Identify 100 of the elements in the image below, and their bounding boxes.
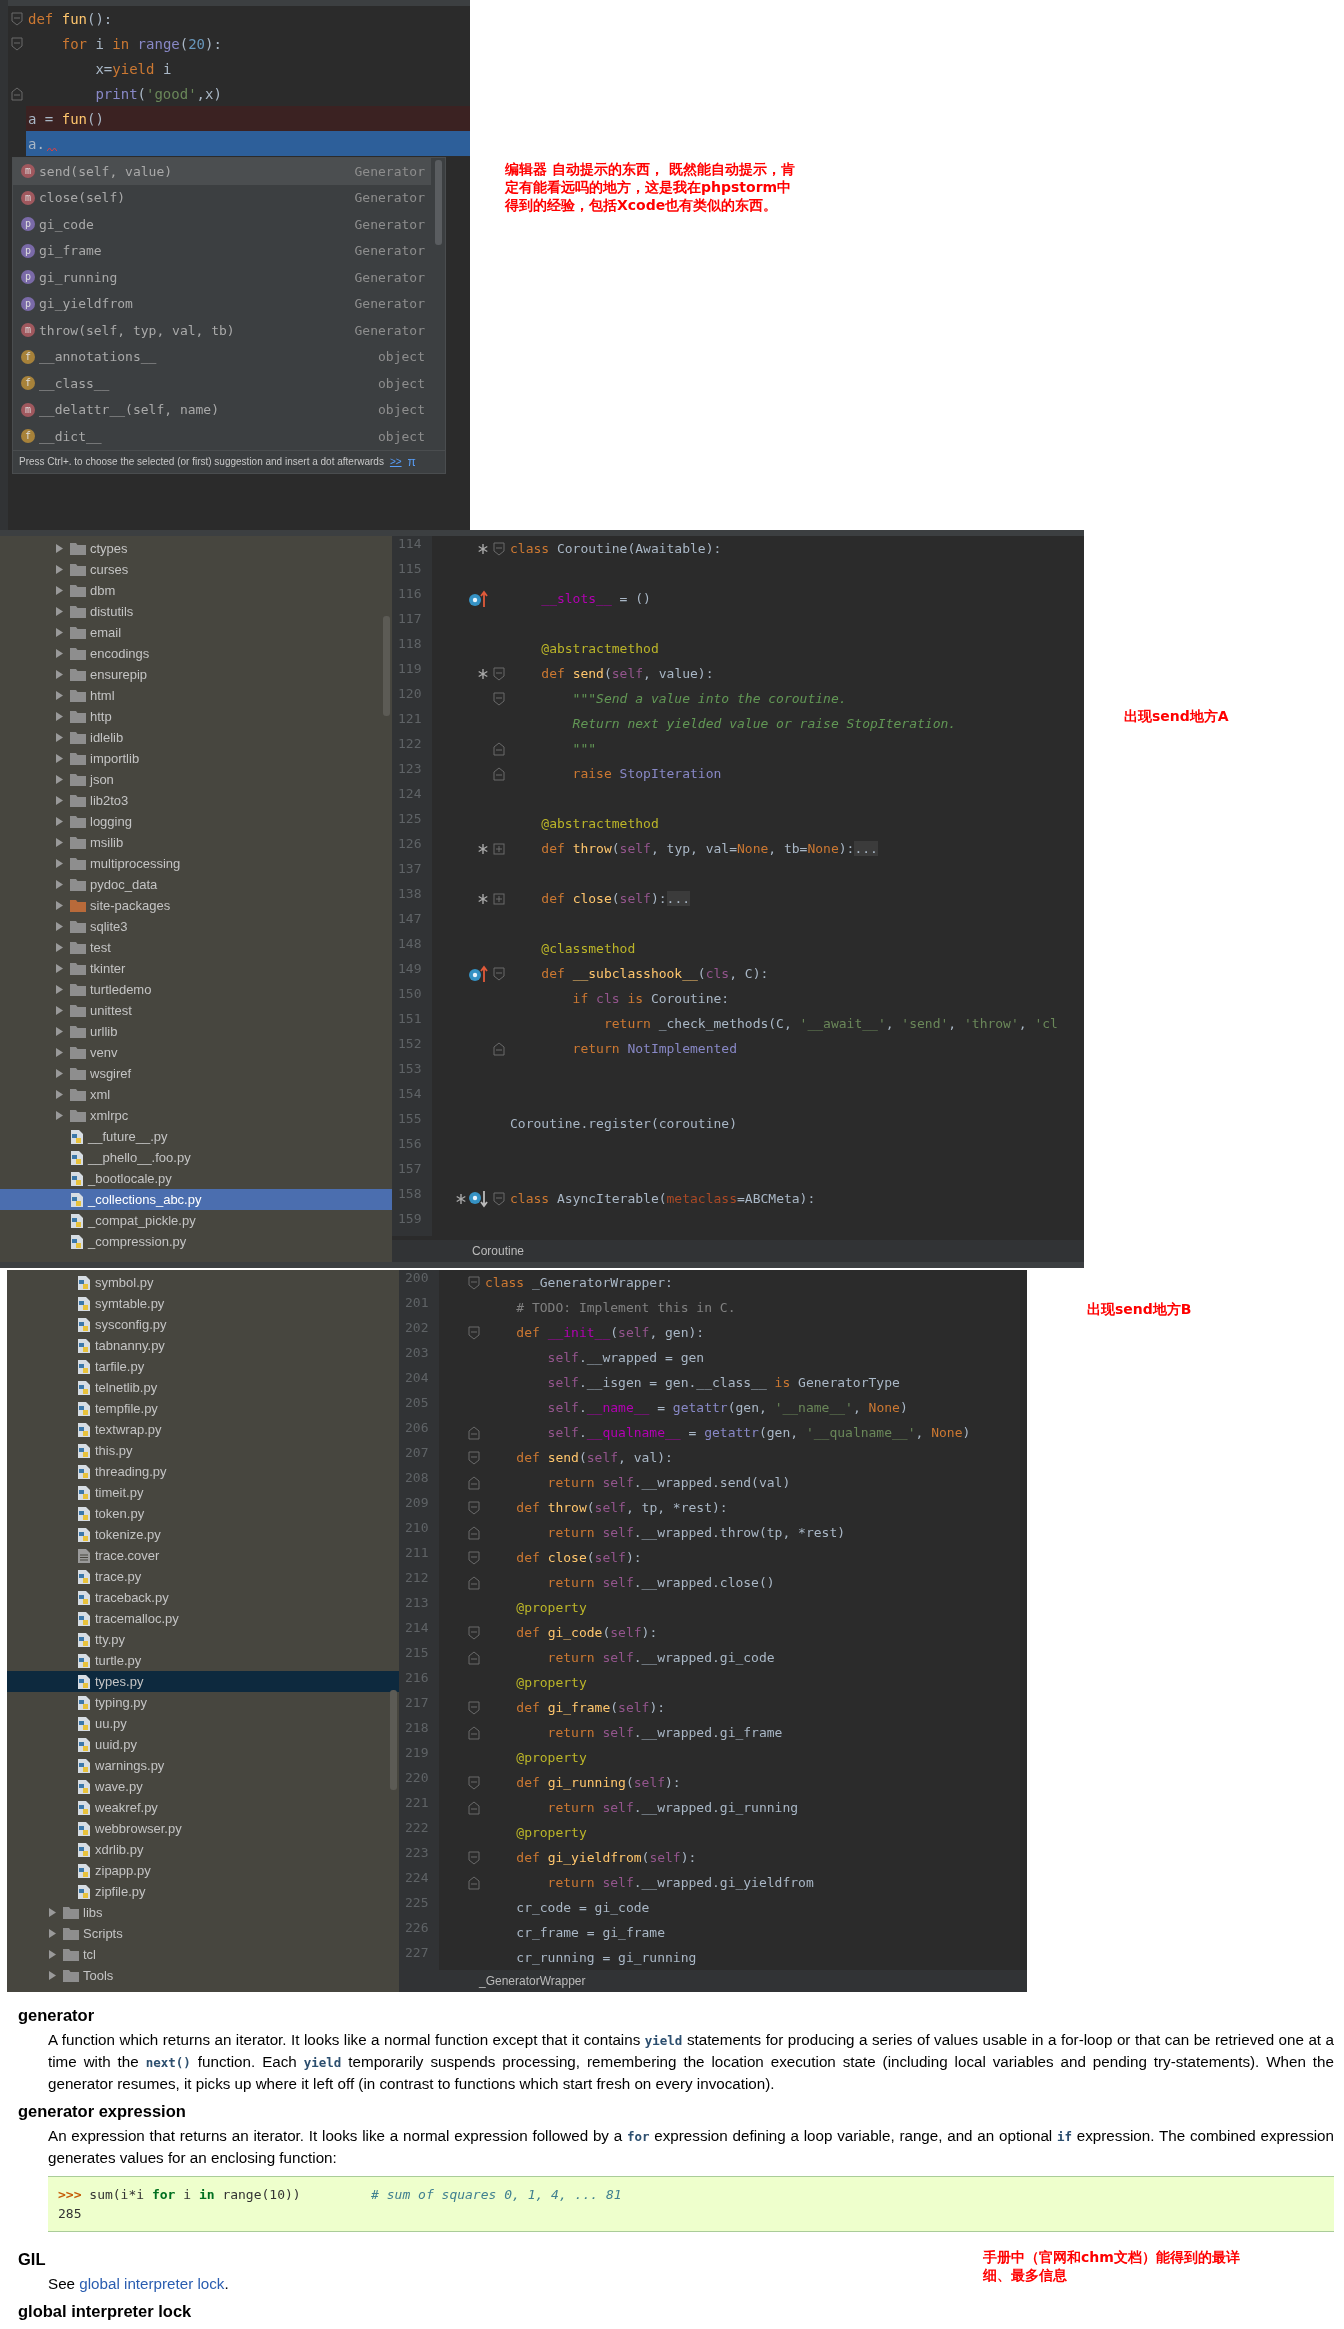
tree-item[interactable]: unittest xyxy=(0,1000,392,1021)
suggestion-item[interactable]: m send(self, value) Generator xyxy=(13,158,431,185)
tree-item[interactable]: xmlrpc xyxy=(0,1105,392,1126)
glossary-link[interactable]: global interpreter lock xyxy=(79,2275,225,2292)
expand-arrow-icon[interactable] xyxy=(54,943,64,952)
breadcrumb[interactable]: _GeneratorWrapper xyxy=(479,1974,586,1988)
expand-arrow-icon[interactable] xyxy=(54,670,64,679)
expand-arrow-icon[interactable] xyxy=(54,565,64,574)
tree-item[interactable]: tarfile.py xyxy=(7,1356,399,1377)
fold-icon[interactable] xyxy=(493,541,505,556)
tree-item[interactable]: zipapp.py xyxy=(7,1860,399,1881)
expand-arrow-icon[interactable] xyxy=(54,901,64,910)
tree-item[interactable]: libs xyxy=(7,1902,399,1923)
tree-item[interactable]: zipfile.py xyxy=(7,1881,399,1902)
fold-icon[interactable] xyxy=(468,1525,480,1540)
tree-item[interactable]: webbrowser.py xyxy=(7,1818,399,1839)
tree-item[interactable]: site-packages xyxy=(0,895,392,916)
suggestion-item[interactable]: p gi_code Generator xyxy=(13,211,431,238)
tree-item[interactable]: tcl xyxy=(7,1944,399,1965)
expand-arrow-icon[interactable] xyxy=(54,1006,64,1015)
tree-item[interactable]: tty.py xyxy=(7,1629,399,1650)
fold-icon[interactable] xyxy=(493,766,505,781)
expand-fold-icon[interactable] xyxy=(493,892,505,905)
tree-item[interactable]: threading.py xyxy=(7,1461,399,1482)
tree-item[interactable]: trace.py xyxy=(7,1566,399,1587)
tree-item[interactable]: tracemalloc.py xyxy=(7,1608,399,1629)
tree-item[interactable]: tkinter xyxy=(0,958,392,979)
expand-arrow-icon[interactable] xyxy=(54,796,64,805)
tree-item[interactable]: multiprocessing xyxy=(0,853,392,874)
tree-item[interactable]: wave.py xyxy=(7,1776,399,1797)
fold-icon[interactable] xyxy=(468,1575,480,1590)
expand-arrow-icon[interactable] xyxy=(54,964,64,973)
fold-icon[interactable] xyxy=(468,1775,480,1790)
expand-arrow-icon[interactable] xyxy=(54,649,64,658)
tree-item[interactable]: test xyxy=(0,937,392,958)
override-down-icon[interactable] xyxy=(468,1189,488,1208)
expand-arrow-icon[interactable] xyxy=(54,1090,64,1099)
tree-item[interactable]: xml xyxy=(0,1084,392,1105)
tree-item[interactable]: __phello__.foo.py xyxy=(0,1147,392,1168)
suggestion-item[interactable]: p gi_frame Generator xyxy=(13,237,431,264)
expand-arrow-icon[interactable] xyxy=(54,880,64,889)
asterisk-icon[interactable] xyxy=(478,893,488,904)
tree-item[interactable]: msilib xyxy=(0,832,392,853)
expand-arrow-icon[interactable] xyxy=(54,817,64,826)
suggestion-item[interactable]: f __dict__ object xyxy=(13,423,431,450)
expand-arrow-icon[interactable] xyxy=(54,838,64,847)
suggestion-item[interactable]: m close(self) Generator xyxy=(13,184,431,211)
fold-icon[interactable] xyxy=(468,1875,480,1890)
tree-item[interactable]: turtledemo xyxy=(0,979,392,1000)
expand-arrow-icon[interactable] xyxy=(47,1908,57,1917)
expand-arrow-icon[interactable] xyxy=(54,859,64,868)
fold-icon[interactable] xyxy=(493,1191,505,1206)
fold-icon[interactable] xyxy=(468,1550,480,1565)
tree-item[interactable]: Tools xyxy=(7,1965,399,1986)
fold-icon[interactable] xyxy=(468,1275,480,1290)
fold-icon[interactable] xyxy=(468,1325,480,1340)
tree-item[interactable]: json xyxy=(0,769,392,790)
fold-icon[interactable] xyxy=(468,1450,480,1465)
tree-item[interactable]: venv xyxy=(0,1042,392,1063)
scrollbar[interactable] xyxy=(390,1690,397,1790)
tree-item[interactable]: uu.py xyxy=(7,1713,399,1734)
expand-arrow-icon[interactable] xyxy=(47,1929,57,1938)
tree-item[interactable]: pydoc_data xyxy=(0,874,392,895)
tree-item[interactable]: warnings.py xyxy=(7,1755,399,1776)
suggestion-item[interactable]: p gi_yieldfrom Generator xyxy=(13,290,431,317)
tree-item[interactable]: dbm xyxy=(0,580,392,601)
tree-item[interactable]: encodings xyxy=(0,643,392,664)
asterisk-icon[interactable] xyxy=(478,843,488,854)
expand-arrow-icon[interactable] xyxy=(54,1069,64,1078)
tree-item[interactable]: http xyxy=(0,706,392,727)
tree-item[interactable]: Scripts xyxy=(7,1923,399,1944)
tree-item[interactable]: symbol.py xyxy=(7,1272,399,1293)
tree-item[interactable]: turtle.py xyxy=(7,1650,399,1671)
tree-item[interactable]: ensurepip xyxy=(0,664,392,685)
expand-arrow-icon[interactable] xyxy=(54,754,64,763)
pi-symbol[interactable]: π xyxy=(407,454,416,469)
tree-item[interactable]: _collections_abc.py xyxy=(0,1189,392,1210)
tree-item[interactable]: tabnanny.py xyxy=(7,1335,399,1356)
tree-item[interactable]: _bootlocale.py xyxy=(0,1168,392,1189)
expand-arrow-icon[interactable] xyxy=(54,1027,64,1036)
fold-icon[interactable] xyxy=(11,36,23,51)
tree-item[interactable]: telnetlib.py xyxy=(7,1377,399,1398)
tree-item[interactable]: symtable.py xyxy=(7,1293,399,1314)
fold-icon[interactable] xyxy=(468,1850,480,1865)
tree-item[interactable]: this.py xyxy=(7,1440,399,1461)
fold-icon[interactable] xyxy=(493,691,505,706)
tree-item[interactable]: textwrap.py xyxy=(7,1419,399,1440)
fold-icon[interactable] xyxy=(468,1650,480,1665)
tree-item[interactable]: ctypes xyxy=(0,538,392,559)
tree-item[interactable]: idlelib xyxy=(0,727,392,748)
expand-arrow-icon[interactable] xyxy=(54,712,64,721)
expand-arrow-icon[interactable] xyxy=(54,775,64,784)
fold-icon[interactable] xyxy=(493,966,505,981)
fold-icon[interactable] xyxy=(468,1725,480,1740)
expand-arrow-icon[interactable] xyxy=(54,544,64,553)
asterisk-icon[interactable] xyxy=(478,668,488,679)
expand-arrow-icon[interactable] xyxy=(54,1111,64,1120)
suggestion-item[interactable]: m throw(self, typ, val, tb) Generator xyxy=(13,317,431,344)
tree-item[interactable]: xdrlib.py xyxy=(7,1839,399,1860)
suggestion-item[interactable]: m __delattr__(self, name) object xyxy=(13,396,431,423)
